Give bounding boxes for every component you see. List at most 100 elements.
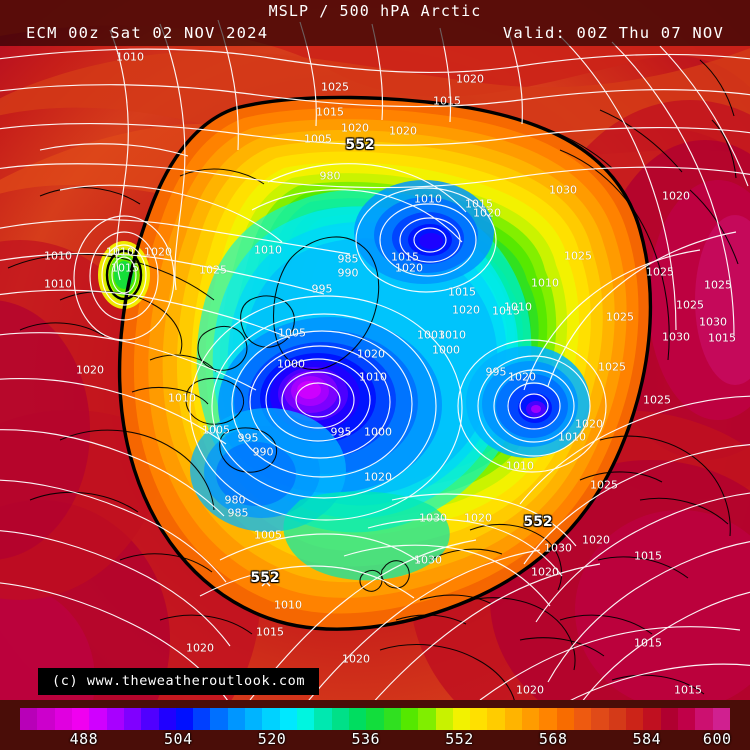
isobar-label: 1000 (432, 343, 460, 357)
colorbar-swatch (643, 708, 661, 730)
colorbar-swatch (608, 708, 626, 730)
colorbar-swatch (314, 708, 332, 730)
colorbar-swatch (539, 708, 557, 730)
isobar-label: 1020 (341, 121, 369, 135)
colorbar-tick-label: 536 (351, 730, 381, 748)
isobar-label: 1005 (254, 528, 282, 542)
colorbar-swatch (20, 708, 38, 730)
isobar-label: 1015 (634, 549, 662, 563)
isobar-label: 1020 (516, 683, 544, 697)
isobar-label: 1015 (448, 285, 476, 299)
isobar-label: 1025 (321, 80, 349, 94)
isobar-label: 1025 (704, 278, 732, 292)
colorbar (20, 708, 730, 730)
height-contour-label: 552 (250, 570, 280, 586)
isobar-label: 1010 (254, 243, 282, 257)
isobar-label: 1020 (531, 565, 559, 579)
isobar-label: 995 (330, 425, 352, 439)
isobar-label: 1015 (316, 105, 344, 119)
isobar-label: 1015 (708, 331, 736, 345)
isobar-label: 1015 (433, 94, 461, 108)
isobar-label: 1020 (456, 72, 484, 86)
isobar-label: 1010 (359, 370, 387, 384)
isobar-label: 1010 (106, 245, 134, 259)
isobar-label: 1025 (598, 360, 626, 374)
isobar-label: 1020 (389, 124, 417, 138)
colorbar-swatch (574, 708, 592, 730)
colorbar-swatch (279, 708, 297, 730)
isobar-label: 1025 (199, 263, 227, 277)
isobar-label: 1025 (646, 265, 674, 279)
isobar-label: 1010 (274, 598, 302, 612)
isobar-label: 1015 (674, 683, 702, 697)
isobar-label: 1015 (492, 304, 520, 318)
isobar-label: 1000 (364, 425, 392, 439)
colorbar-area: 488 504 520 536 552 568 584 600 (0, 700, 750, 750)
isobar-label: 1005 (202, 423, 230, 437)
colorbar-swatch (591, 708, 609, 730)
isobar-label: 1020 (144, 245, 172, 259)
colorbar-swatch (366, 708, 384, 730)
isobar-label: 1015 (111, 261, 139, 275)
colorbar-swatch (695, 708, 713, 730)
isobar-label: 1015 (256, 625, 284, 639)
isobar-label: 985 (227, 506, 249, 520)
isobar-label: 1020 (582, 533, 610, 547)
isobar-label: 1010 (531, 276, 559, 290)
colorbar-tick-label: 552 (445, 730, 474, 748)
colorbar-swatch (106, 708, 124, 730)
isobar-label: 1020 (186, 641, 214, 655)
isobar-label: 1015 (634, 636, 662, 650)
isobar-label: 1030 (544, 541, 572, 555)
isobar-label: 1020 (473, 206, 501, 220)
colorbar-tick-label: 520 (257, 730, 287, 748)
colorbar-tick-label: 504 (164, 730, 193, 748)
isobar-label: 1000 (277, 357, 305, 371)
colorbar-swatch (210, 708, 228, 730)
isobar-label: 1010 (506, 459, 534, 473)
colorbar-swatch (712, 708, 730, 730)
colorbar-swatch (141, 708, 159, 730)
isobar-label: 1020 (357, 347, 385, 361)
colorbar-swatch (37, 708, 55, 730)
colorbar-swatch (435, 708, 453, 730)
colorbar-swatch (625, 708, 644, 730)
colorbar-swatch (158, 708, 176, 730)
isobar-label: 1010 (44, 277, 72, 291)
isobar-label: 1020 (364, 470, 392, 484)
isobar-label: 1030 (549, 183, 577, 197)
isobar-label: 1020 (395, 261, 423, 275)
colorbar-tick-label: 584 (632, 730, 662, 748)
isobar-label: 1025 (676, 298, 704, 312)
colorbar-swatch (452, 708, 471, 730)
colorbar-swatch (193, 708, 211, 730)
isobar-label: 1020 (342, 652, 370, 666)
isobar-label: 1010 (558, 430, 586, 444)
isobar-label: 1010 (414, 192, 442, 206)
isobar-label: 1025 (564, 249, 592, 263)
colorbar-swatch (383, 708, 401, 730)
copyright-banner: (c) www.theweatheroutlook.com (38, 668, 320, 695)
colorbar-swatch (418, 708, 436, 730)
colorbar-swatch (487, 708, 505, 730)
colorbar-swatch (227, 708, 246, 730)
isobar-label: 1030 (414, 553, 442, 567)
isobar-label: 1020 (464, 511, 492, 525)
colorbar-swatch (522, 708, 540, 730)
isobar-label: 1010 (44, 249, 72, 263)
colorbar-swatch (348, 708, 367, 730)
colorbar-swatch (54, 708, 72, 730)
colorbar-swatch (556, 708, 574, 730)
isobar-label: 995 (485, 365, 507, 379)
isobar-label: 1030 (699, 315, 727, 329)
isobar-label: 1020 (452, 303, 480, 317)
colorbar-swatch (89, 708, 107, 730)
isobar-label: 1025 (606, 310, 634, 324)
isobar-label: 990 (252, 445, 274, 459)
colorbar-swatch (175, 708, 194, 730)
isobar-label: 985 (337, 252, 359, 266)
isobar-label: 1020 (662, 189, 690, 203)
colorbar-swatch (262, 708, 280, 730)
height-contour-label: 552 (345, 137, 375, 153)
colorbar-swatch (123, 708, 142, 730)
